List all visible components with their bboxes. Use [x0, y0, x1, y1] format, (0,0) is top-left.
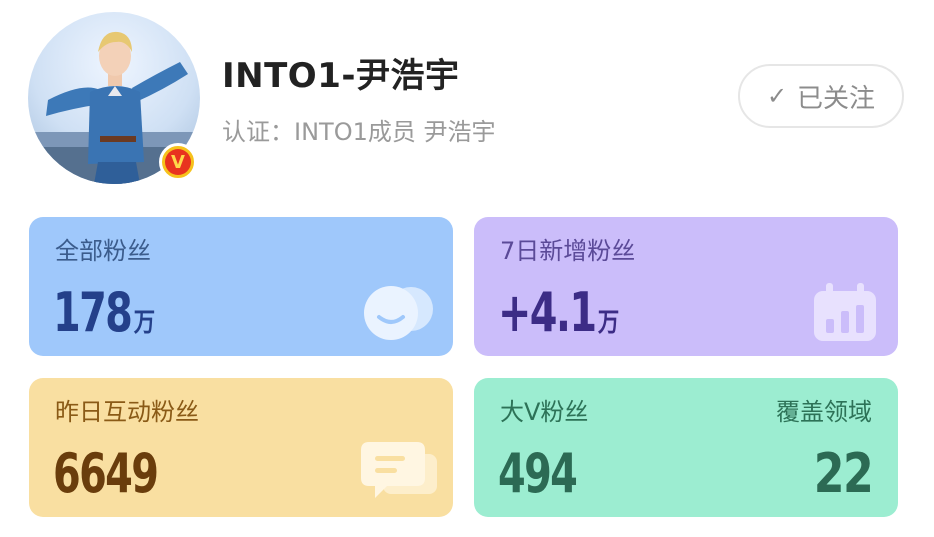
coverage-label: 覆盖领域 [776, 398, 872, 426]
total-fans-label: 全部粉丝 [55, 237, 151, 265]
total-fans-number: 178 [53, 281, 133, 344]
new-fans-unit: 万 [597, 308, 620, 338]
follow-button[interactable]: ✓ 已关注 [738, 64, 904, 128]
total-fans-card[interactable]: 全部粉丝 178万 [29, 217, 453, 356]
calendar-chart-icon [814, 283, 876, 341]
interactive-fans-label: 昨日互动粉丝 [55, 398, 199, 426]
total-fans-unit: 万 [133, 308, 156, 338]
new-fans-card[interactable]: 7日新增粉丝 +4.1万 [474, 217, 898, 356]
total-fans-value: 178万 [53, 281, 155, 344]
new-fans-number: +4.1 [498, 281, 597, 344]
coverage-value: 22 [813, 442, 874, 505]
fans-faces-icon [364, 286, 433, 340]
big-v-fans-value: 494 [498, 442, 578, 505]
new-fans-label: 7日新增粉丝 [500, 237, 636, 265]
big-v-fans-label: 大V粉丝 [500, 398, 589, 426]
chat-bubble-icon [361, 442, 437, 498]
big-v-fans-card[interactable]: 大V粉丝 覆盖领域 494 22 [474, 378, 898, 517]
new-fans-value: +4.1万 [498, 281, 619, 344]
verification-text: 认证：INTO1成员 尹浩宇 [222, 118, 496, 146]
check-icon: ✓ [766, 82, 788, 110]
verified-v-icon: V [165, 149, 191, 175]
interactive-fans-card[interactable]: 昨日互动粉丝 6649 [29, 378, 453, 517]
verified-badge: V [159, 143, 197, 181]
interactive-fans-value: 6649 [53, 442, 159, 505]
profile-name: INTO1-尹浩宇 [222, 56, 460, 96]
follow-button-label: 已关注 [797, 83, 876, 114]
